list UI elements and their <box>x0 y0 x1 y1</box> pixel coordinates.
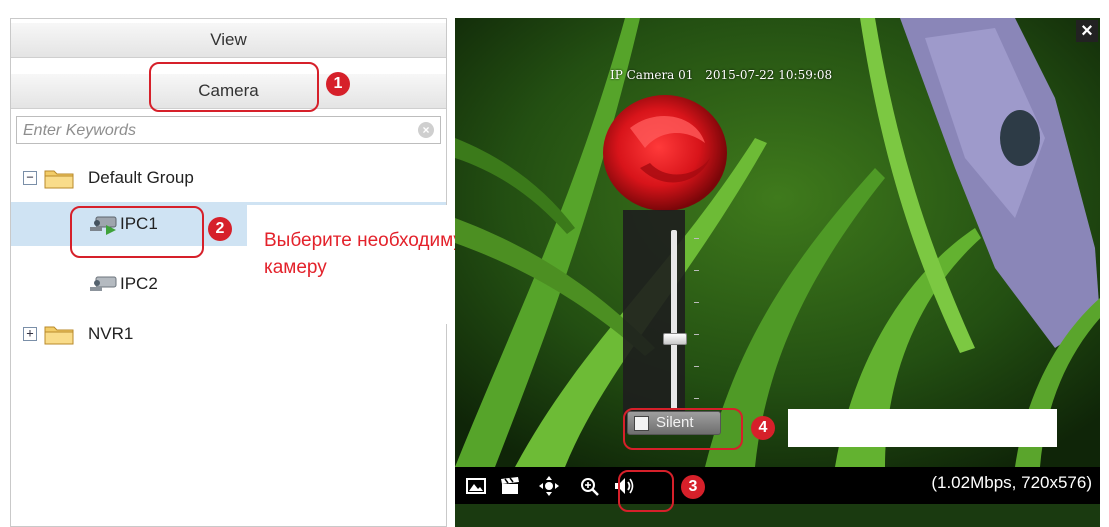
volume-tick <box>694 238 699 239</box>
video-frame <box>455 18 1100 467</box>
tree-group-default[interactable]: − Default Group <box>11 160 446 196</box>
snapshot-icon[interactable] <box>465 476 487 496</box>
volume-popup <box>623 210 699 433</box>
volume-slider-handle[interactable] <box>663 333 687 345</box>
view-tab[interactable]: View <box>11 23 446 58</box>
marker-4: 4 <box>751 416 775 440</box>
tree-group-label: NVR1 <box>88 324 134 343</box>
zoom-icon[interactable] <box>579 476 601 496</box>
folder-icon <box>44 326 74 345</box>
video-toolbar: (1.02Mbps, 720x576) <box>455 467 1100 504</box>
volume-highlight <box>618 470 674 512</box>
annotation-blank-box <box>788 409 1057 447</box>
volume-slider-track[interactable] <box>671 230 677 410</box>
silent-highlight <box>623 408 743 450</box>
tree-group-label: Default Group <box>88 168 194 187</box>
collapse-icon[interactable]: − <box>23 171 37 185</box>
osd-overlay: IP Camera 01 2015-07-22 10:59:08 <box>610 68 832 82</box>
volume-tick <box>694 398 699 399</box>
tree-item-label: IPC2 <box>120 274 158 293</box>
folder-icon <box>44 170 74 189</box>
search-input[interactable] <box>21 120 410 142</box>
camera-tab-highlight <box>149 62 319 112</box>
osd-datetime: 2015-07-22 10:59:08 <box>705 68 833 82</box>
marker-1: 1 <box>326 72 350 96</box>
expand-icon[interactable]: + <box>23 327 37 341</box>
clear-circle-icon[interactable]: × <box>418 122 434 138</box>
osd-camera-name: IP Camera 01 <box>610 68 694 82</box>
close-icon[interactable]: × <box>1076 20 1098 42</box>
bitrate-resolution-text: (1.02Mbps, 720x576) <box>931 473 1092 492</box>
volume-tick <box>694 302 699 303</box>
live-view-window[interactable]: IP Camera 01 2015-07-22 10:59:08 × (1.02… <box>455 18 1100 527</box>
volume-tick <box>694 334 699 335</box>
search-box[interactable]: × <box>16 116 441 144</box>
marker-3: 3 <box>681 475 705 499</box>
ipc1-highlight <box>70 206 204 258</box>
ptz-icon[interactable] <box>538 476 560 496</box>
camera-icon <box>90 276 117 291</box>
volume-tick <box>694 366 699 367</box>
record-clapper-icon[interactable] <box>499 476 521 496</box>
volume-tick <box>694 270 699 271</box>
marker-2: 2 <box>208 217 232 241</box>
